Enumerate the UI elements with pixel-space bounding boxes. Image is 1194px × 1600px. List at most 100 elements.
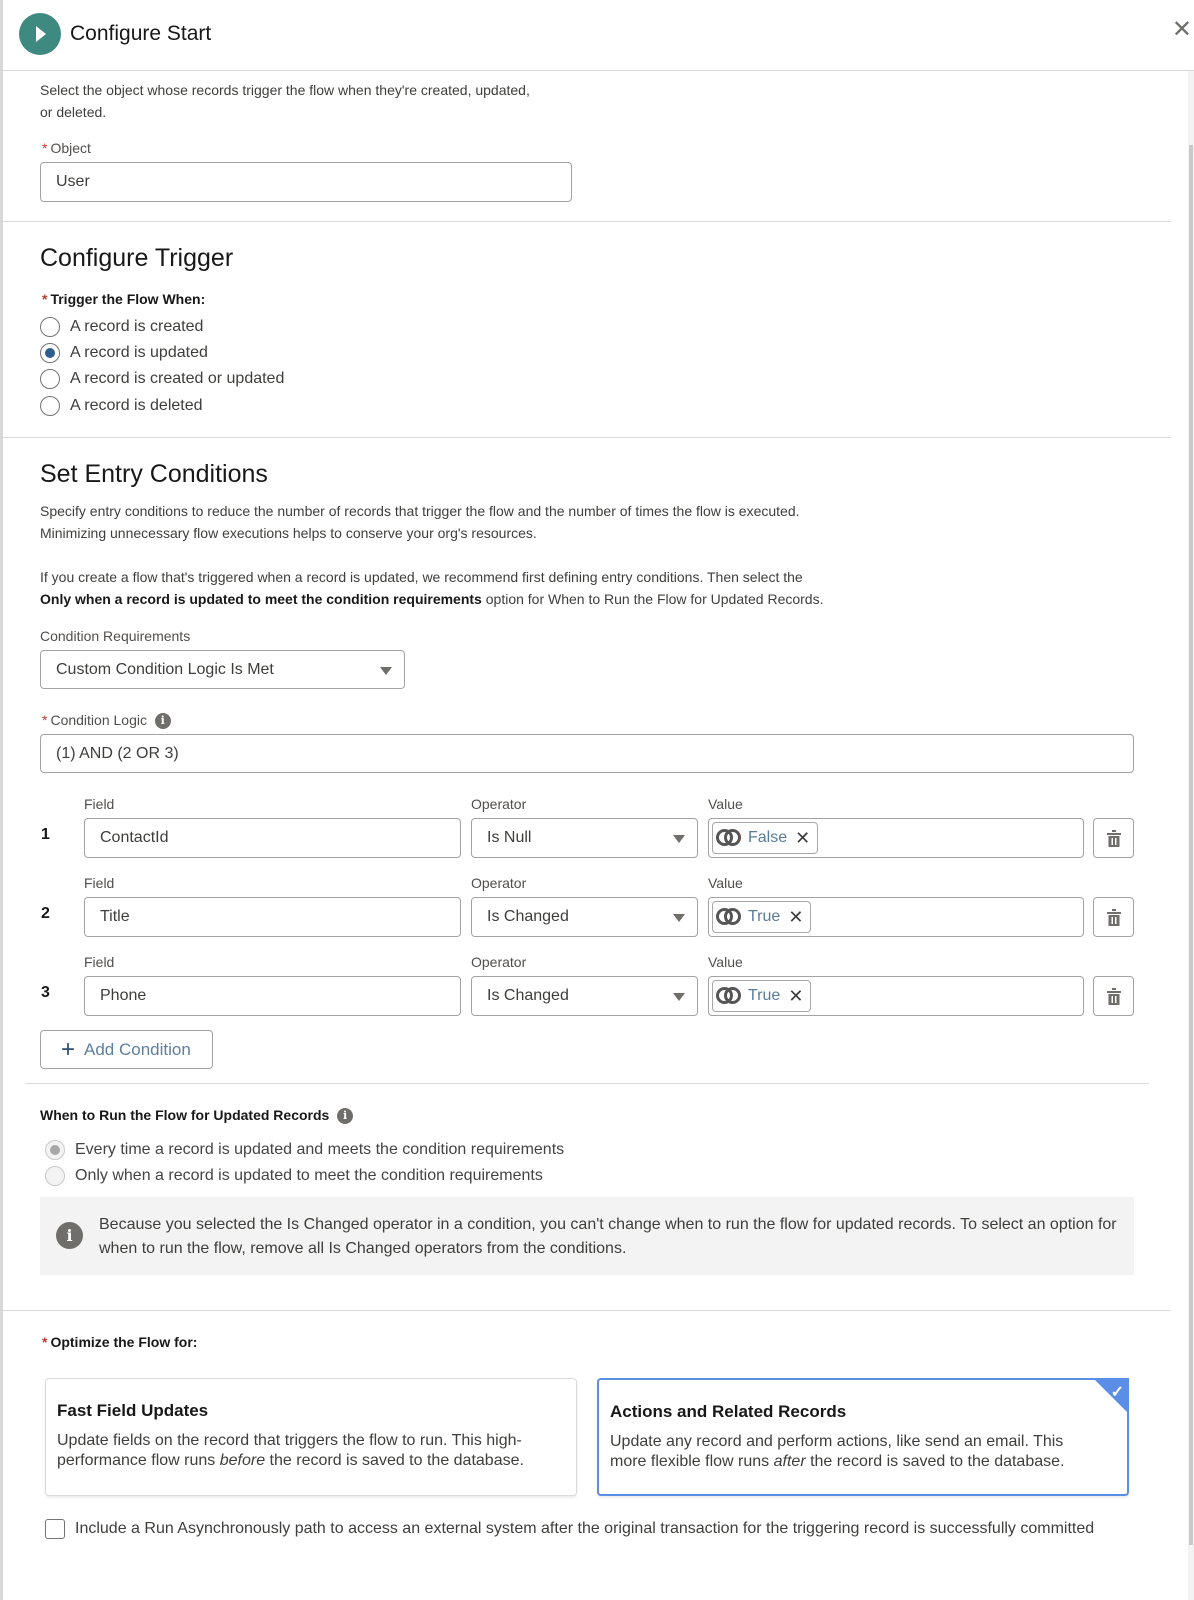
trash-icon — [1107, 830, 1121, 847]
object-input[interactable]: User — [40, 162, 572, 202]
run-async-label: Include a Run Asynchronously path to acc… — [75, 1520, 1095, 1537]
trigger-label: * Trigger the Flow When: — [42, 291, 205, 307]
radio-button[interactable] — [40, 369, 60, 389]
radio-button-checked-disabled[interactable] — [45, 1140, 65, 1160]
field-input[interactable]: Title — [84, 897, 461, 937]
trigger-option-created-or-updated[interactable]: A record is created or updated — [40, 367, 284, 391]
entry-conditions-description: Specify entry conditions to reduce the n… — [40, 500, 800, 544]
scrollbar[interactable] — [1188, 71, 1194, 1600]
select-value: Is Changed — [487, 987, 569, 1004]
description-line-2: Minimizing unnecessary flow executions h… — [40, 525, 537, 541]
object-label-text: Object — [50, 140, 91, 156]
plus-icon: + — [61, 1035, 76, 1063]
info-icon[interactable]: i — [154, 713, 171, 730]
operator-select[interactable]: Is Changed — [471, 976, 698, 1016]
add-condition-label: Add Condition — [84, 1039, 191, 1059]
radio-button-disabled[interactable] — [45, 1166, 65, 1186]
run-async-checkbox[interactable] — [45, 1519, 65, 1539]
remove-icon[interactable]: ✕ — [788, 898, 803, 936]
select-value: Is Changed — [487, 908, 569, 925]
field-input[interactable]: ContactId — [84, 818, 461, 858]
condition-logic-input[interactable]: (1) AND (2 OR 3) — [40, 734, 1134, 773]
operator-select[interactable]: Is Changed — [471, 897, 698, 937]
info-notice: i Because you selected the Is Changed op… — [40, 1197, 1134, 1275]
value-input[interactable]: True ✕ — [708, 897, 1084, 937]
desc-text: the record is saved to the database. — [265, 1452, 524, 1469]
trash-icon — [1107, 988, 1121, 1005]
condition-requirements-select[interactable]: Custom Condition Logic Is Met — [40, 650, 405, 689]
condition-logic-label-text: Condition Logic — [50, 712, 147, 728]
optimize-card-actions-related-records[interactable]: ✓ Actions and Related Records Update any… — [597, 1378, 1129, 1496]
delete-condition-button[interactable] — [1093, 976, 1134, 1016]
delete-condition-button[interactable] — [1093, 897, 1134, 937]
value-input[interactable]: False ✕ — [708, 818, 1084, 858]
radio-button[interactable] — [40, 396, 60, 416]
trash-icon — [1107, 909, 1121, 926]
value-label: Value — [708, 796, 743, 812]
configure-start-modal: Configure Start ✕ Select the object whos… — [0, 0, 1194, 1600]
field-label: Field — [84, 954, 115, 970]
radio-label: Every time a record is updated and meets… — [75, 1141, 565, 1158]
value-pill: True ✕ — [712, 977, 812, 1015]
required-marker: * — [42, 140, 48, 156]
condition-number: 1 — [41, 826, 50, 843]
pill-value: True — [748, 908, 781, 925]
card-title: Actions and Related Records — [610, 1402, 847, 1421]
play-icon — [19, 13, 61, 55]
desc-emphasis: before — [219, 1452, 266, 1469]
recommendation-line-2: Only when a record is updated to meet th… — [40, 588, 823, 610]
description-line-1: Specify entry conditions to reduce the n… — [40, 503, 800, 519]
run-option-every-time[interactable]: Every time a record is updated and meets… — [45, 1138, 564, 1162]
condition-logic-label: * Condition Logic i — [42, 712, 171, 730]
condition-number: 3 — [41, 984, 50, 1001]
run-option-only-when[interactable]: Only when a record is updated to meet th… — [45, 1164, 543, 1188]
value-label: Value — [708, 875, 743, 891]
required-marker: * — [42, 712, 48, 728]
radio-label: A record is created or updated — [70, 370, 285, 387]
trigger-option-updated[interactable]: A record is updated — [40, 341, 208, 365]
trigger-option-deleted[interactable]: A record is deleted — [40, 394, 203, 418]
optimize-label-text: Optimize the Flow for: — [50, 1334, 198, 1350]
operator-label: Operator — [471, 954, 527, 970]
remove-icon[interactable]: ✕ — [788, 977, 803, 1015]
radio-button-checked[interactable] — [40, 343, 60, 363]
remove-icon[interactable]: ✕ — [795, 819, 810, 857]
pill-value: False — [748, 829, 788, 846]
radio-label: A record is deleted — [70, 397, 203, 414]
notice-text: Because you selected the Is Changed oper… — [99, 1216, 1117, 1257]
boolean-icon — [716, 986, 742, 1006]
select-value: Is Null — [487, 829, 532, 846]
condition-requirements-label: Condition Requirements — [40, 628, 191, 644]
add-condition-button[interactable]: + Add Condition — [40, 1030, 213, 1069]
recommendation-bold: Only when a record is updated to meet th… — [40, 591, 482, 607]
desc-emphasis: after — [773, 1453, 806, 1470]
value-input[interactable]: True ✕ — [708, 976, 1084, 1016]
condition-number: 2 — [41, 905, 50, 922]
field-label: Field — [84, 875, 115, 891]
when-to-run-label-text: When to Run the Flow for Updated Records — [40, 1107, 330, 1123]
info-icon[interactable]: i — [337, 1108, 354, 1125]
run-async-option[interactable]: Include a Run Asynchronously path to acc… — [45, 1519, 1094, 1539]
field-input[interactable]: Phone — [84, 976, 461, 1016]
required-marker: * — [42, 291, 48, 307]
subsection-divider — [25, 1083, 1149, 1084]
select-value: Custom Condition Logic Is Met — [56, 661, 274, 678]
close-icon[interactable]: ✕ — [1172, 18, 1192, 42]
value-label: Value — [708, 954, 743, 970]
info-icon: i — [56, 1222, 83, 1249]
radio-button[interactable] — [40, 317, 60, 337]
checkmark-icon: ✓ — [1110, 1384, 1124, 1401]
radio-label: A record is updated — [70, 344, 208, 361]
object-label: * Object — [42, 140, 91, 156]
desc-text: the record is saved to the database. — [805, 1453, 1065, 1470]
delete-condition-button[interactable] — [1093, 818, 1134, 858]
radio-label: Only when a record is updated to meet th… — [75, 1167, 543, 1184]
required-marker: * — [42, 1334, 48, 1350]
trigger-label-text: Trigger the Flow When: — [50, 291, 206, 307]
operator-select[interactable]: Is Null — [471, 818, 698, 858]
card-description: Update any record and perform actions, l… — [610, 1432, 1080, 1472]
card-description: Update fields on the record that trigger… — [57, 1431, 557, 1471]
scrollbar-thumb[interactable] — [1189, 145, 1193, 1545]
optimize-card-fast-field-updates[interactable]: Fast Field Updates Update fields on the … — [45, 1378, 577, 1496]
trigger-option-created[interactable]: A record is created — [40, 315, 203, 339]
